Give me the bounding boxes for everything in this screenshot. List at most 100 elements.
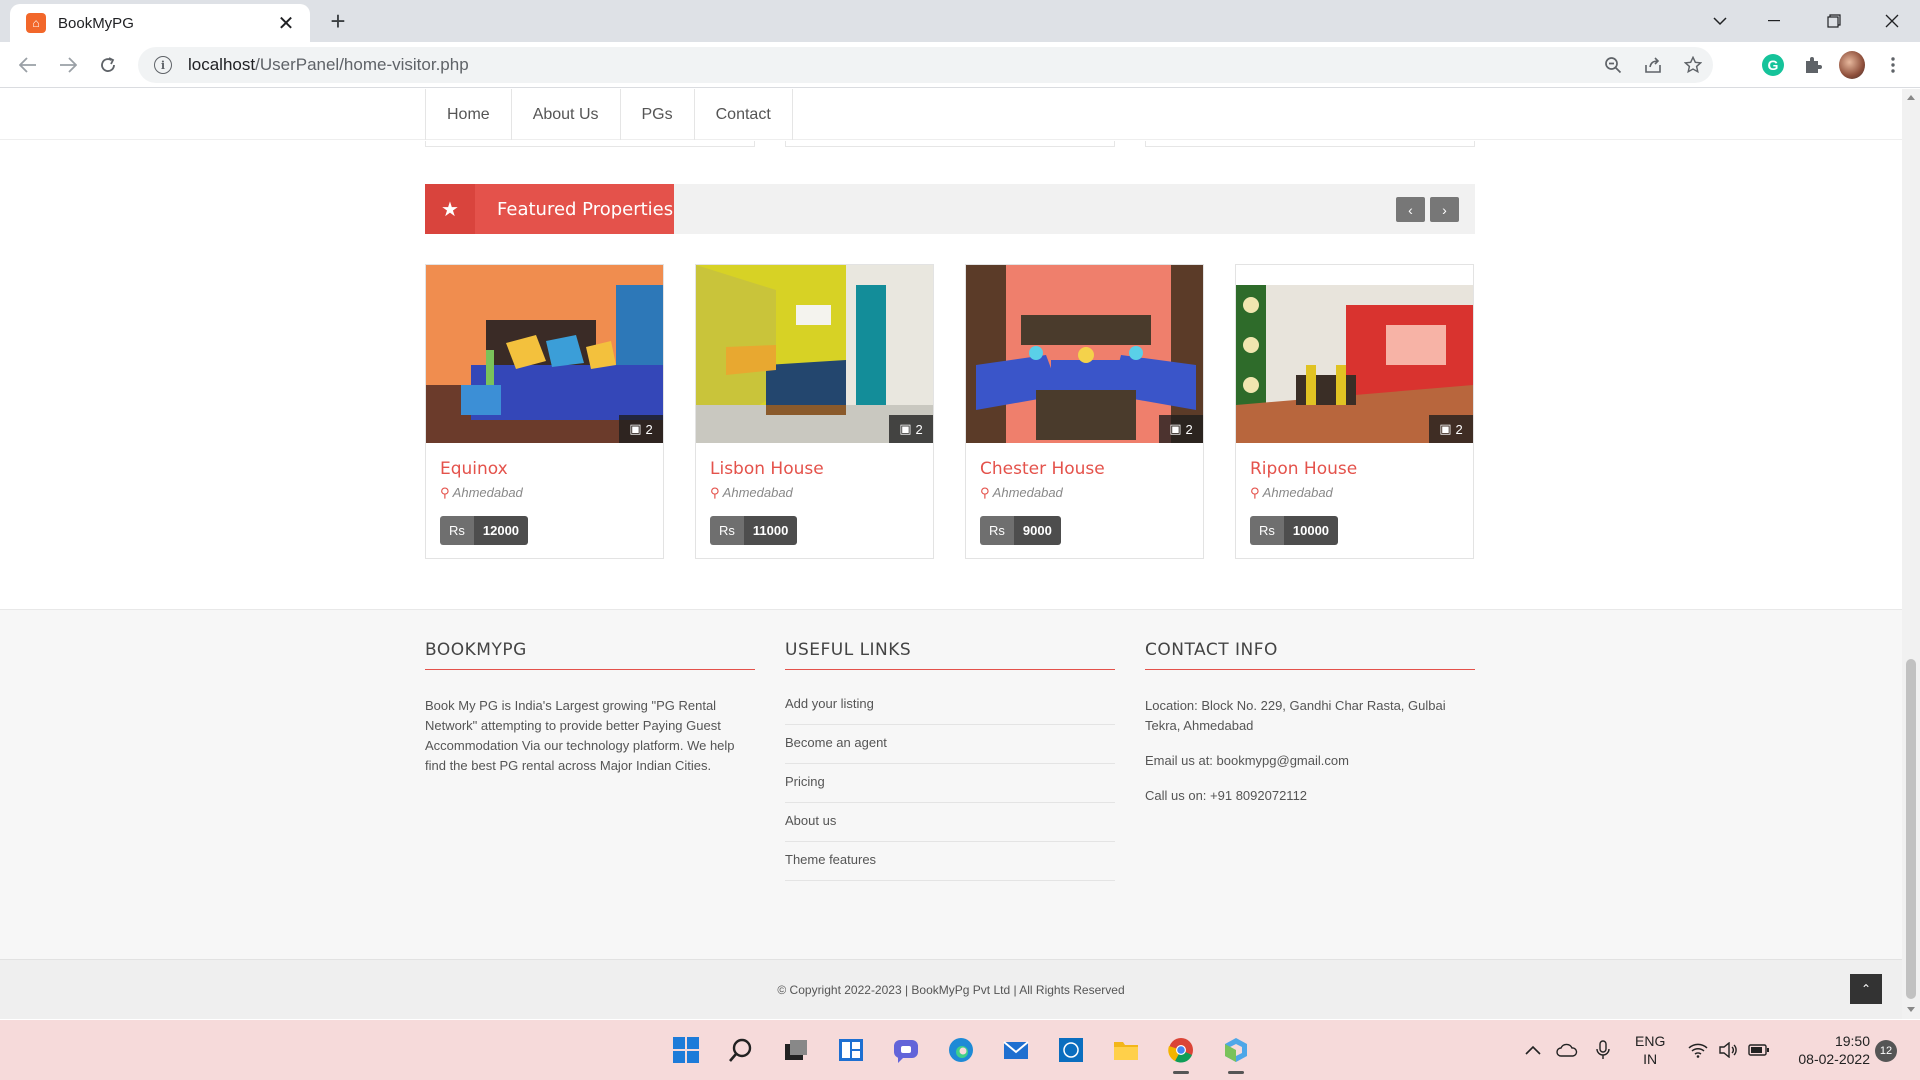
footer-about-heading: BOOKMYPG (425, 640, 755, 670)
reload-icon[interactable] (94, 51, 122, 79)
property-card[interactable]: ▣ 2 Chester House ⚲ Ahmedabad Rs 9000 (965, 264, 1204, 559)
image-icon: ▣ (629, 421, 642, 436)
tab-close-icon[interactable]: ✕ (274, 11, 298, 36)
image-icon: ▣ (1439, 421, 1452, 436)
property-photo[interactable]: ▣ 2 (966, 265, 1203, 443)
app-cube-icon[interactable] (1214, 1028, 1258, 1074)
back-to-top-button[interactable]: ⌃ (1850, 974, 1882, 1004)
search-icon[interactable] (719, 1028, 763, 1072)
property-card[interactable]: ▣ 2 Lisbon House ⚲ Ahmedabad Rs 11000 (695, 264, 934, 559)
chrome-browser-icon[interactable] (1159, 1028, 1203, 1074)
profile-avatar[interactable] (1839, 51, 1865, 79)
property-photo[interactable]: ▣ 2 (696, 265, 933, 443)
address-bar[interactable]: i localhost/UserPanel/home-visitor.php (138, 47, 1713, 83)
previous-section-edge (425, 141, 755, 147)
language-indicator[interactable]: ENG IN (1635, 1032, 1665, 1068)
tray-overflow-chevron-icon[interactable] (1525, 1020, 1541, 1080)
url-text[interactable]: localhost/UserPanel/home-visitor.php (188, 55, 469, 75)
map-pin-icon: ⚲ (1250, 485, 1260, 500)
image-icon: ▣ (1169, 421, 1182, 436)
property-city: Ahmedabad (992, 485, 1063, 500)
property-city: Ahmedabad (452, 485, 523, 500)
browser-menu-icon[interactable] (1880, 52, 1906, 78)
url-host: localhost (188, 55, 256, 74)
nav-home[interactable]: Home (426, 89, 512, 140)
footer-link-add-listing[interactable]: Add your listing (785, 686, 1115, 725)
footer-link-theme-features[interactable]: Theme features (785, 842, 1115, 881)
file-explorer-icon[interactable] (1104, 1028, 1148, 1072)
site-footer: BOOKMYPG Book My PG is India's Largest g… (0, 609, 1902, 959)
site-navigation: Home About Us PGs Contact (0, 89, 1902, 140)
property-location: ⚲ Ahmedabad (440, 485, 523, 501)
share-icon[interactable] (1633, 47, 1673, 83)
photo-count-badge: ▣ 2 (1429, 415, 1473, 443)
carousel-prev-button[interactable]: ‹ (1396, 197, 1425, 222)
tab-search-chevron-icon[interactable] (1692, 0, 1748, 42)
price-currency: Rs (710, 516, 744, 545)
footer-link-pricing[interactable]: Pricing (785, 764, 1115, 803)
property-photo[interactable]: ▣ 2 (426, 265, 663, 443)
notification-count-badge[interactable]: 12 (1875, 1040, 1897, 1062)
footer-link-become-agent[interactable]: Become an agent (785, 725, 1115, 764)
mail-icon[interactable] (994, 1028, 1038, 1072)
scrollbar-thumb[interactable] (1906, 659, 1916, 999)
photo-count: 2 (645, 421, 653, 437)
footer-link-about-us[interactable]: About us (785, 803, 1115, 842)
scroll-up-arrow-icon[interactable] (1907, 95, 1915, 100)
tab-title: BookMyPG (58, 14, 134, 32)
price-currency: Rs (440, 516, 474, 545)
onedrive-cloud-icon[interactable] (1556, 1020, 1578, 1080)
photo-count-badge: ▣ 2 (619, 415, 663, 443)
property-photo[interactable]: ▣ 2 (1236, 265, 1473, 443)
contact-phone[interactable]: Call us on: +91 8092072112 (1145, 786, 1475, 806)
site-info-icon[interactable]: i (154, 56, 172, 74)
teams-chat-icon[interactable] (884, 1028, 928, 1072)
footer-links-heading: USEFUL LINKS (785, 640, 1115, 670)
extensions-puzzle-icon[interactable] (1800, 52, 1826, 78)
nav-pgs[interactable]: PGs (621, 89, 695, 140)
restore-icon[interactable] (1806, 0, 1862, 42)
dell-app-icon[interactable] (1049, 1028, 1093, 1072)
language-region: IN (1643, 1051, 1658, 1067)
featured-title-block: ★ Featured Properties (425, 184, 674, 234)
nav-about-us[interactable]: About Us (512, 89, 621, 140)
property-card[interactable]: ▣ 2 Equinox ⚲ Ahmedabad Rs 12000 (425, 264, 664, 559)
volume-icon[interactable] (1718, 1020, 1738, 1080)
property-name[interactable]: Equinox (440, 459, 508, 479)
grammarly-extension-icon[interactable]: G (1760, 52, 1786, 78)
bookmark-star-icon[interactable] (1673, 47, 1713, 83)
copyright-text: © Copyright 2022-2023 | BookMyPg Pvt Ltd… (777, 982, 1125, 997)
zoom-icon[interactable] (1593, 47, 1633, 83)
close-window-icon[interactable] (1864, 0, 1920, 42)
wifi-icon[interactable] (1688, 1020, 1708, 1080)
property-price: Rs 9000 (980, 516, 1061, 545)
copyright-bar: © Copyright 2022-2023 | BookMyPg Pvt Ltd… (0, 959, 1902, 1019)
forward-arrow-icon[interactable] (54, 51, 82, 79)
property-location: ⚲ Ahmedabad (980, 485, 1063, 501)
task-view-icon[interactable] (774, 1028, 818, 1072)
footer-contact-heading: CONTACT INFO (1145, 640, 1475, 670)
nav-contact[interactable]: Contact (695, 89, 793, 140)
photo-count-badge: ▣ 2 (1159, 415, 1203, 443)
browser-tab[interactable]: ⌂ BookMyPG ✕ (10, 4, 310, 42)
carousel-next-button[interactable]: › (1430, 197, 1459, 222)
widgets-icon[interactable] (829, 1028, 873, 1072)
property-name[interactable]: Chester House (980, 459, 1105, 479)
new-tab-button[interactable]: + (324, 8, 352, 36)
property-name[interactable]: Lisbon House (710, 459, 824, 479)
property-card[interactable]: ▣ 2 Ripon House ⚲ Ahmedabad Rs 10000 (1235, 264, 1474, 559)
contact-email[interactable]: Email us at: bookmypg@gmail.com (1145, 751, 1475, 771)
property-name[interactable]: Ripon House (1250, 459, 1357, 479)
battery-icon[interactable] (1748, 1020, 1770, 1080)
clock-date: 08-02-2022 (1798, 1051, 1870, 1067)
system-clock[interactable]: 19:50 08-02-2022 (1785, 1032, 1870, 1068)
contact-location: Location: Block No. 229, Gandhi Char Ras… (1145, 698, 1446, 733)
price-amount: 11000 (743, 516, 798, 545)
microphone-icon[interactable] (1596, 1020, 1610, 1080)
edge-browser-icon[interactable] (939, 1028, 983, 1072)
scroll-down-arrow-icon[interactable] (1907, 1007, 1915, 1012)
start-windows-icon[interactable] (664, 1028, 708, 1072)
back-arrow-icon[interactable] (14, 51, 42, 79)
page-scrollbar[interactable] (1902, 89, 1920, 1019)
minimize-icon[interactable] (1746, 0, 1802, 42)
